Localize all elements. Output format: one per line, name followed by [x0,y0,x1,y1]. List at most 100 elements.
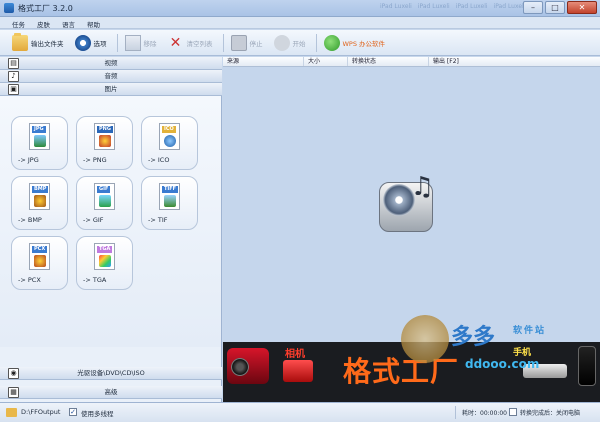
format-label: -> TIF [148,216,168,224]
minimize-button[interactable]: – [523,1,543,14]
format-badge: GIF [97,186,111,193]
format-bmp-button[interactable]: BMP -> BMP [11,176,68,230]
horse-logo-icon [401,315,449,363]
watermark-domain: ddooo.com [465,357,540,371]
column-status[interactable]: 转换状态 [348,57,429,66]
clear-list-label: 清空列表 [186,39,213,48]
menu-help[interactable]: 帮助 [81,17,106,29]
format-tif-button[interactable]: TIFF -> TIF [141,176,198,230]
stop-icon [230,34,247,51]
start-button[interactable]: 开始 [270,32,310,54]
format-label: -> BMP [18,216,42,224]
format-pcx-button[interactable]: PCX -> PCX [11,236,68,290]
output-folder-label: 输出文件夹 [31,39,64,48]
category-video[interactable]: ▤ 视频 [0,57,222,70]
category-label: 图片 [104,85,118,93]
format-badge: PNG [97,126,113,133]
format-badge: BMP [32,186,49,193]
toolbar-divider [116,33,118,52]
image-thumb-icon [34,255,46,267]
format-badge: PCX [32,246,48,253]
wps-label: WPS 办公软件 [342,39,386,48]
category-rom[interactable]: ◉ 光驱设备\DVD\CD\ISO [0,367,222,380]
clear-list-button[interactable]: ✕ 清空列表 [164,32,217,54]
title-bar: 格式工厂 3.2.0 iPad Luxeli iPad Luxeli iPad … [0,0,600,17]
output-folder-button[interactable]: 输出文件夹 [8,32,68,54]
format-gif-button[interactable]: GIF -> GIF [76,176,133,230]
close-button[interactable]: ✕ [567,1,597,14]
status-bar: D:\FFOutput ✓ 使用多线程 耗时：00:00:00 转换完成后： 关… [0,402,600,422]
format-factory-logo: ♫ [375,172,437,238]
background-tab: iPad Luxeli [455,3,488,10]
image-thumb-icon [99,255,111,267]
category-advanced[interactable]: ▦ 高级 [0,386,222,399]
output-path[interactable]: D:\FFOutput [21,408,60,416]
sidebar: ▤ 视频 ♪ 音频 ▣ 图片 JPG -> JPG PNG -> PNG ICO [0,57,222,402]
remove-icon [124,34,141,51]
maximize-button[interactable]: □ [545,1,565,14]
tif-file-icon: TIFF [159,183,180,210]
pcx-file-icon: PCX [29,243,50,270]
category-label: 高级 [104,388,118,396]
format-badge: JPG [32,126,46,133]
options-label: 选项 [93,39,107,48]
stop-label: 停止 [249,39,263,48]
category-label: 视频 [104,59,118,67]
background-tab: iPad Luxeli [380,3,412,10]
camera-icon [283,360,313,382]
info-icon [164,135,176,147]
toolbox-icon: ▦ [8,387,19,398]
column-output[interactable]: 输出 [F2] [429,57,600,66]
wps-icon [323,34,340,51]
format-jpg-button[interactable]: JPG -> JPG [11,116,68,170]
background-tab: iPad Luxeli [493,3,526,10]
wps-button[interactable]: WPS 办公软件 [320,32,390,54]
shutdown-option[interactable]: 关闭电脑 [556,408,580,417]
image-thumb-icon [34,195,46,207]
format-badge: ICO [162,126,176,133]
jpg-file-icon: JPG [29,123,50,150]
after-done-checkbox[interactable] [509,408,517,416]
multithread-label: 使用多线程 [81,410,114,418]
remove-button[interactable]: 移除 [121,32,161,54]
format-ico-button[interactable]: ICO -> ICO [141,116,198,170]
toolbar-divider [222,33,224,52]
background-tab: iPad Luxeli [417,3,450,10]
column-size[interactable]: 大小 [304,57,348,66]
options-button[interactable]: 选项 [71,32,111,54]
multithread-checkbox[interactable]: ✓ [69,408,77,416]
site-watermark: 多多 软件站 ddooo.com [401,315,600,385]
window-title: 格式工厂 3.2.0 [18,4,73,13]
output-folder-icon[interactable] [6,408,17,417]
task-list-panel: 来源 大小 转换状态 输出 [F2] ♫ 相机 格式工厂 手机 多多 软件站 d… [223,57,600,402]
format-label: -> TGA [83,276,107,284]
watermark-subtitle: 软件站 [513,326,547,336]
menu-task[interactable]: 任务 [6,17,31,29]
category-label: 光驱设备\DVD\CD\ISO [77,369,145,377]
window-controls: – □ ✕ [523,1,597,14]
menu-skin[interactable]: 皮肤 [31,17,56,29]
stop-button[interactable]: 停止 [227,32,267,54]
category-audio[interactable]: ♪ 音频 [0,70,222,83]
watermark-title: 多多 [451,324,496,350]
format-tga-button[interactable]: TGA -> TGA [76,236,133,290]
column-source[interactable]: 来源 [223,57,304,66]
video-icon: ▤ [8,58,19,69]
image-thumb-icon [99,135,111,147]
format-png-button[interactable]: PNG -> PNG [76,116,133,170]
category-label: 音频 [104,72,118,80]
toolbar-divider [315,33,317,52]
format-badge: TIFF [162,186,179,193]
start-icon [273,34,290,51]
status-divider [455,406,456,419]
audio-icon: ♪ [8,71,19,82]
options-icon [74,34,91,51]
after-done-label: 转换完成后： [520,410,557,417]
folder-icon [12,32,28,51]
remove-label: 移除 [143,39,157,48]
category-picture[interactable]: ▣ 图片 [0,83,222,96]
menu-language[interactable]: 语言 [56,17,81,29]
png-file-icon: PNG [94,123,115,150]
image-thumb-icon [99,195,111,207]
music-note-icon: ♫ [410,172,434,202]
